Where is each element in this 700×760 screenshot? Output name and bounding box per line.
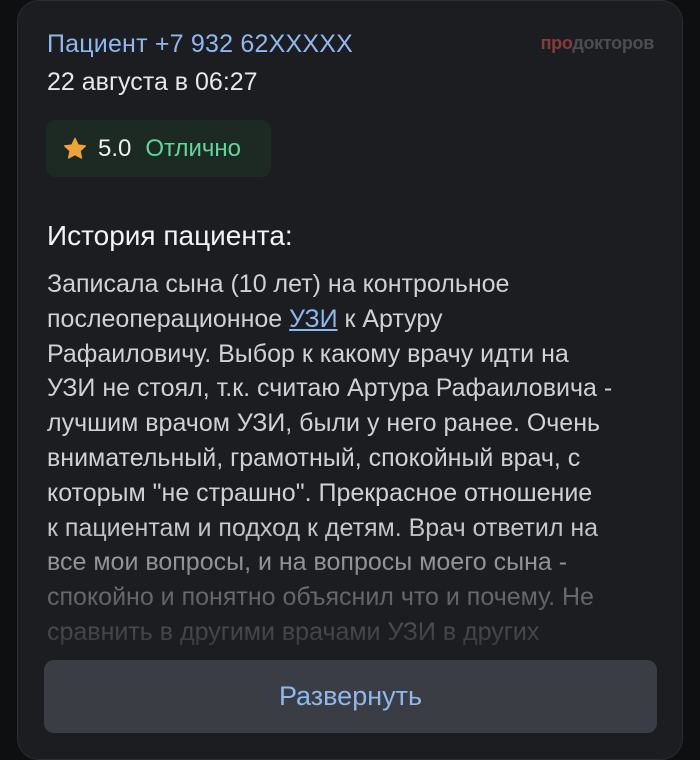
review-text-line: все мои вопросы, и на вопросы моего сына…: [47, 548, 568, 577]
expand-button[interactable]: Развернуть: [44, 660, 657, 733]
review-text-line: Записала сына (10 лет) на контрольное: [47, 270, 510, 298]
rating-badge: 5.0 Отлично: [46, 120, 271, 177]
review-text-line: УЗИ не стоял, т.к. считаю Артура Рафаило…: [47, 374, 613, 403]
star-icon: [62, 136, 88, 162]
review-text-line: внимательный, грамотный, спокойный врач,…: [47, 443, 581, 472]
review-text-line: к пациентам и подход к детям. Врач ответ…: [47, 513, 599, 542]
review-text-line: Рафаиловичу. Выбор к какому врачу идти н…: [47, 339, 569, 368]
review-text-line: которым "не страшно". Прекрасное отношен…: [47, 478, 593, 507]
section-title: История пациента:: [47, 220, 293, 251]
review-text-fragment: послеоперационное: [47, 304, 290, 333]
review-text-line: послеоперационное УЗИ к Артуру: [47, 302, 662, 337]
review-author[interactable]: Пациент +7 932 62XXXXX: [47, 27, 353, 61]
rating-score: 5.0: [98, 134, 132, 162]
review-text-line: спокойно и понятно объяснил что и почему…: [47, 583, 594, 612]
rating-label: Отлично: [145, 134, 242, 162]
review-text: Записала сына (10 лет) на контрольное по…: [47, 267, 662, 650]
brand-logo: продокторов: [540, 33, 655, 54]
review-card: Пациент +7 932 62XXXXX 22 августа в 06:2…: [17, 0, 683, 760]
review-text-line: лучшим врачом УЗИ, были у него ранее. Оч…: [47, 409, 601, 438]
review-text-line: сравнить в другими врачами УЗИ в других: [47, 617, 540, 646]
review-date: 22 августа в 06:27: [47, 68, 258, 96]
brand-logo-pro: про: [540, 33, 573, 53]
review-header: Пациент +7 932 62XXXXX 22 августа в 06:2…: [47, 27, 353, 99]
review-text-fragment: к Артуру: [337, 304, 443, 333]
uzi-link[interactable]: УЗИ: [289, 305, 337, 333]
brand-logo-rest: докторов: [572, 33, 654, 53]
